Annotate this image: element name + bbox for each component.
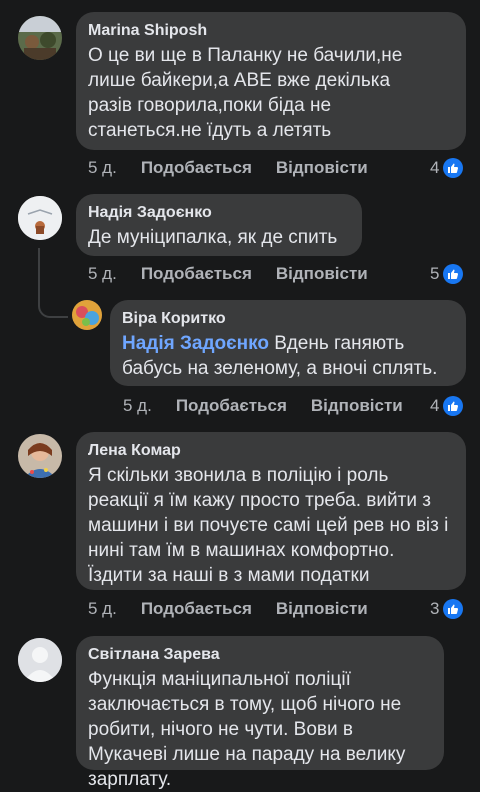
thumbs-up-icon bbox=[443, 599, 464, 619]
author-name[interactable]: Лена Комар bbox=[88, 441, 454, 461]
reaction-count[interactable]: 5 bbox=[430, 264, 464, 284]
comment-actions: 5 д. Подобається Відповісти bbox=[88, 158, 368, 178]
reaction-count[interactable]: 4 bbox=[430, 396, 464, 416]
author-name[interactable]: Надія Задоєнко bbox=[88, 203, 350, 223]
thread-line bbox=[38, 248, 40, 290]
default-user-icon bbox=[18, 638, 62, 682]
like-button[interactable]: Подобається bbox=[141, 264, 252, 284]
reply-button[interactable]: Відповісти bbox=[276, 158, 368, 178]
reaction-count-value: 5 bbox=[430, 264, 440, 283]
comment-actions: 5 д. Подобається Відповісти bbox=[88, 599, 368, 619]
reaction-count[interactable]: 4 bbox=[430, 158, 464, 178]
reply-button[interactable]: Відповісти bbox=[276, 264, 368, 284]
reaction-count-value: 4 bbox=[430, 396, 440, 415]
comment-text: О це ви ще в Паланку не бачили,не лише б… bbox=[88, 45, 403, 141]
comment-bubble: Marina Shiposh О це ви ще в Паланку не б… bbox=[76, 12, 466, 150]
comment-text: Де муніципалка, як де спить bbox=[88, 227, 338, 248]
thumbs-up-icon bbox=[443, 264, 464, 284]
like-button[interactable]: Подобається bbox=[141, 158, 252, 178]
author-name[interactable]: Віра Коритко bbox=[122, 309, 454, 329]
like-button[interactable]: Подобається bbox=[176, 396, 287, 416]
avatar[interactable] bbox=[18, 434, 62, 478]
avatar[interactable] bbox=[18, 638, 62, 682]
reaction-count[interactable]: 3 bbox=[430, 599, 464, 619]
comment-bubble: Лена Комар Я скільки звонила в поліцію і… bbox=[76, 432, 466, 590]
comment-text: Функція маніципальної поліції заключаєть… bbox=[88, 669, 406, 790]
comment-actions: 5 д. Подобається Відповісти bbox=[88, 264, 368, 284]
comment-text: Я скільки звонила в поліцію і роль реакц… bbox=[88, 465, 449, 586]
timestamp[interactable]: 5 д. bbox=[88, 264, 117, 284]
timestamp[interactable]: 5 д. bbox=[123, 396, 152, 416]
timestamp[interactable]: 5 д. bbox=[88, 599, 117, 619]
thumbs-up-icon bbox=[443, 158, 464, 178]
author-name[interactable]: Marina Shiposh bbox=[88, 21, 454, 41]
reply-button[interactable]: Відповісти bbox=[276, 599, 368, 619]
thumbs-up-icon bbox=[443, 396, 464, 416]
avatar[interactable] bbox=[18, 16, 62, 60]
avatar[interactable] bbox=[72, 300, 102, 330]
like-button[interactable]: Подобається bbox=[141, 599, 252, 619]
reply-text: Надія Задоєнко Вдень ганяють бабусь на з… bbox=[122, 331, 452, 381]
reaction-count-value: 4 bbox=[430, 158, 440, 177]
comment-bubble: Світлана Зарева Функція маніципальної по… bbox=[76, 636, 444, 790]
author-name[interactable]: Світлана Зарева bbox=[88, 645, 432, 665]
timestamp[interactable]: 5 д. bbox=[88, 158, 117, 178]
avatar[interactable] bbox=[18, 196, 62, 240]
reaction-count-value: 3 bbox=[430, 599, 440, 618]
comment-bubble: Надія Задоєнко Де муніципалка, як де спи… bbox=[76, 194, 362, 256]
reply-bubble: Віра Коритко Надія Задоєнко Вдень ганяют… bbox=[110, 300, 466, 386]
comment-actions: 5 д. Подобається Відповісти bbox=[123, 396, 403, 416]
mention-link[interactable]: Надія Задоєнко bbox=[122, 333, 269, 354]
thread-connector bbox=[38, 288, 68, 318]
reply-button[interactable]: Відповісти bbox=[311, 396, 403, 416]
